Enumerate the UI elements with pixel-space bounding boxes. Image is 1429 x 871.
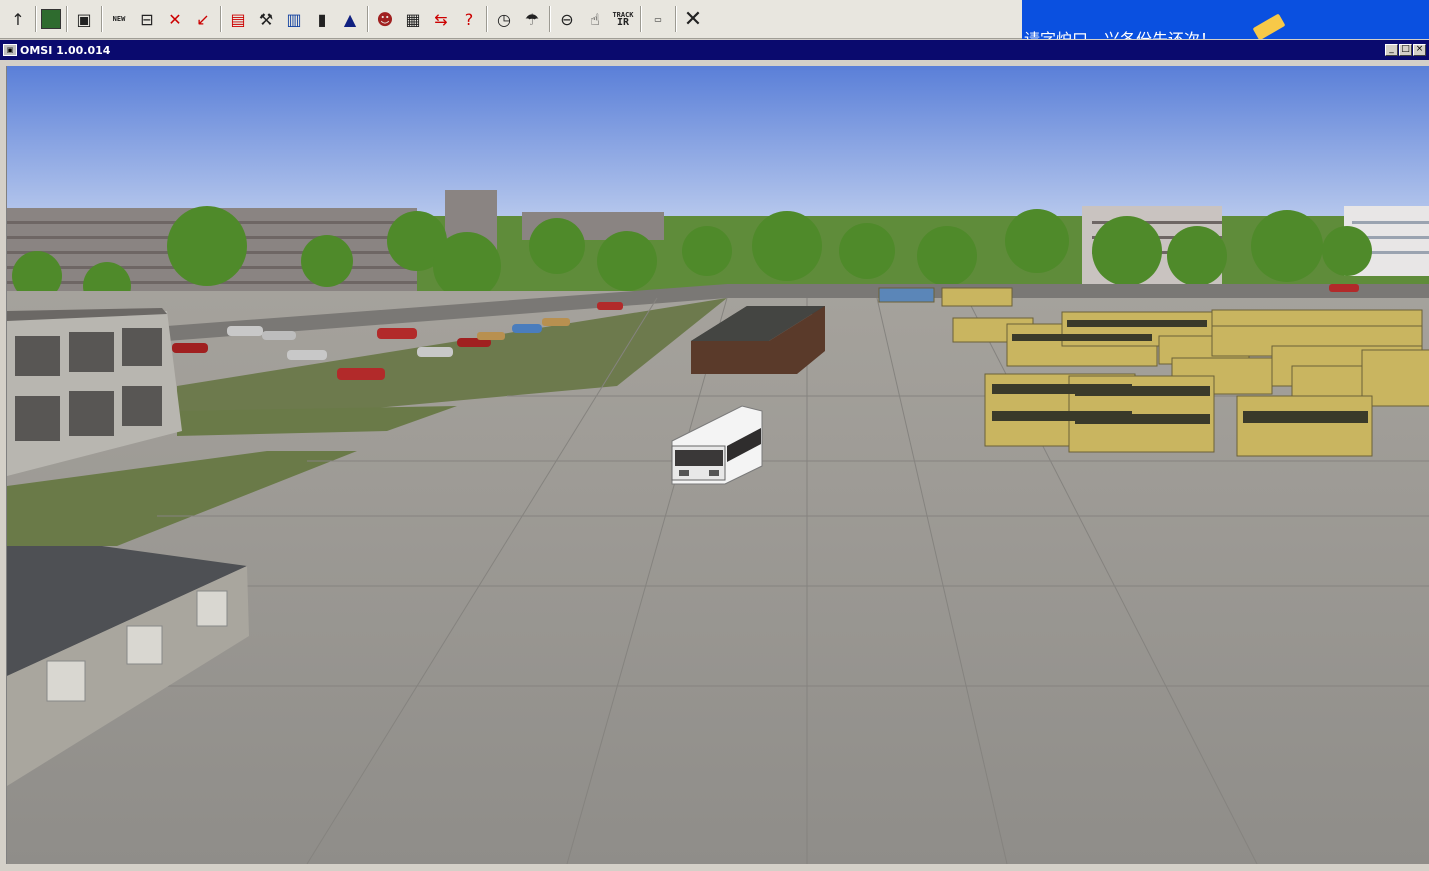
toolbar-separator <box>486 6 487 32</box>
scene <box>7 66 1429 864</box>
help-icon[interactable]: ? <box>457 7 481 31</box>
bus-front-icon[interactable]: ▥ <box>282 7 306 31</box>
timetable-icon[interactable]: ▦ <box>401 7 425 31</box>
game-viewport[interactable] <box>6 66 1429 864</box>
fps-icon[interactable]: ▭ <box>646 7 670 31</box>
toolbar-separator <box>101 6 102 32</box>
driver-icon[interactable]: ☻ <box>373 7 397 31</box>
toolbar-separator <box>549 6 550 32</box>
toolbar-separator <box>35 6 36 32</box>
toolbar-separator <box>367 6 368 32</box>
window-title: OMSI 1.00.014 <box>20 43 111 57</box>
weather-icon[interactable]: ☂ <box>520 7 544 31</box>
repair-icon[interactable]: ↙ <box>191 7 215 31</box>
close-button[interactable]: × <box>1413 44 1426 56</box>
minimize-button[interactable]: _ <box>1385 44 1398 56</box>
toolbar-separator <box>640 6 641 32</box>
door-icon[interactable]: ▮ <box>310 7 334 31</box>
new-label: NEW <box>112 14 126 23</box>
steering-wheel-icon[interactable]: ⊖ <box>555 7 579 31</box>
ir-label: IR <box>616 17 630 28</box>
hand-icon[interactable]: ☝ <box>583 7 607 31</box>
toolbar-separator <box>66 6 67 32</box>
close-x-icon[interactable]: ✕ <box>681 7 705 32</box>
siren-icon[interactable]: ▲ <box>338 7 362 31</box>
status-strip <box>0 864 1429 871</box>
pencil-icon <box>1252 13 1286 39</box>
wrench-icon[interactable]: ⚒ <box>254 7 278 31</box>
new-vehicle-icon[interactable]: NEW <box>107 7 131 31</box>
vehicle-icon[interactable]: ⊟ <box>135 7 159 31</box>
toolbar-separator <box>220 6 221 32</box>
ime-status-bar: 请字炉口，兴各份先还次！ <box>1022 0 1429 39</box>
app-icon: ▣ <box>3 44 17 56</box>
toolbar-separator <box>675 6 676 32</box>
window-titlebar[interactable]: ▣ OMSI 1.00.014 <box>0 40 1429 60</box>
route-icon[interactable]: ⇆ <box>429 7 453 31</box>
save-icon[interactable]: ▣ <box>72 7 96 31</box>
clock-icon[interactable]: ◷ <box>492 7 516 31</box>
maximize-button[interactable]: □ <box>1399 44 1412 56</box>
ticket-icon[interactable]: ▤ <box>226 7 250 31</box>
main-toolbar: ↑ ▣ NEW ⊟ ✕ ↙ ▤ ⚒ ▥ ▮ ▲ ☻ ▦ ⇆ ? ◷ ☂ ⊖ ☝ … <box>0 0 1022 39</box>
up-arrow-icon[interactable]: ↑ <box>6 7 30 31</box>
map-icon[interactable] <box>41 9 61 29</box>
ime-text: 请字炉口，兴各份先还次！ <box>1024 26 1216 39</box>
track-ir-icon[interactable]: TRACK IR <box>611 7 635 31</box>
delete-vehicle-icon[interactable]: ✕ <box>163 7 187 31</box>
